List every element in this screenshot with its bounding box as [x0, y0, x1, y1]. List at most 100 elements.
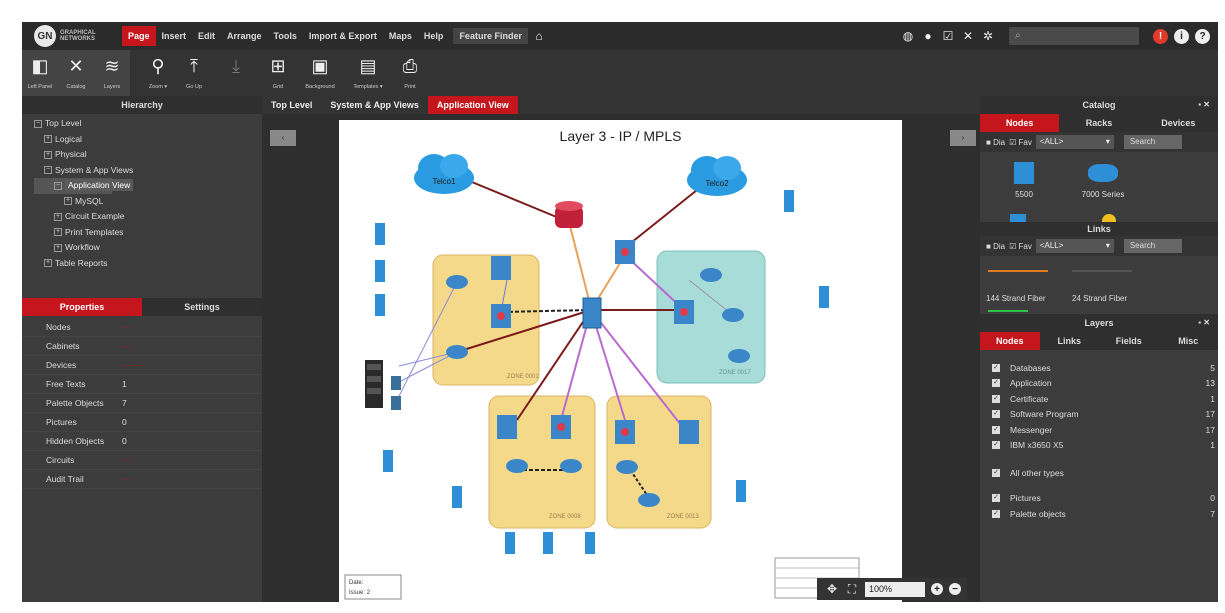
switch-icon[interactable]: [679, 420, 699, 444]
switch-icon[interactable]: [491, 256, 511, 280]
dia-checkbox[interactable]: ■ Dia: [986, 138, 1005, 147]
tree-expander[interactable]: +: [64, 197, 72, 206]
server-icon[interactable]: [383, 450, 393, 472]
menu-import-export[interactable]: Import & Export: [303, 26, 383, 46]
tab-layer-misc[interactable]: Misc: [1159, 332, 1219, 350]
menu-insert[interactable]: Insert: [156, 26, 193, 46]
menu-arrange[interactable]: Arrange: [221, 26, 268, 46]
router-icon[interactable]: [728, 349, 750, 363]
router-icon[interactable]: [722, 308, 744, 322]
property-value[interactable]: —: [122, 322, 131, 332]
server-icon[interactable]: [585, 532, 595, 554]
menu-help[interactable]: Help: [418, 26, 450, 46]
info-icon[interactable]: i: [1174, 28, 1189, 44]
cloud-telco2[interactable]: [687, 156, 747, 196]
go-up-button[interactable]: ⤒ Go Up: [176, 50, 212, 96]
menu-page[interactable]: Page: [122, 26, 156, 46]
layer-row[interactable]: ✓ IBM x3650 X5 1: [980, 438, 1218, 454]
zoom-button[interactable]: ⚲ Zoom ▾: [140, 50, 176, 96]
server-icon[interactable]: [543, 532, 553, 554]
layer-row[interactable]: ✓ Application 13: [980, 376, 1218, 392]
tree-node-workflow[interactable]: + Workflow: [34, 240, 262, 256]
catalog-item[interactable]: 7000 Series: [1068, 162, 1138, 199]
catalog-type-select[interactable]: <ALL> ▾: [1035, 135, 1114, 149]
server-icon[interactable]: [375, 294, 385, 316]
tree-expander[interactable]: +: [44, 135, 52, 144]
tab-nodes[interactable]: Nodes: [980, 114, 1060, 132]
checkbox-icon[interactable]: ✓: [992, 468, 1000, 477]
tree-node-print-templates[interactable]: + Print Templates: [34, 225, 262, 241]
tab-devices[interactable]: Devices: [1139, 114, 1218, 132]
server-icon[interactable]: [819, 286, 829, 308]
link-type-label[interactable]: 24 Strand Fiber: [1072, 294, 1127, 303]
router-core[interactable]: [555, 201, 583, 228]
fit-icon[interactable]: ⛶: [845, 582, 859, 596]
fiber-line-icon[interactable]: [988, 270, 1048, 272]
tree-node-circuit-example[interactable]: + Circuit Example: [34, 209, 262, 225]
fiber-line-icon[interactable]: [1072, 270, 1132, 272]
router-icon[interactable]: [446, 275, 468, 289]
server-icon[interactable]: [452, 486, 462, 508]
download-button[interactable]: ⤓: [212, 50, 260, 96]
layer-row[interactable]: ✓ Messenger 17: [980, 422, 1218, 438]
checkbox-icon[interactable]: ✓: [992, 441, 1000, 450]
tree-node-table-reports[interactable]: + Table Reports: [34, 256, 262, 272]
router-icon[interactable]: [506, 459, 528, 473]
grid-button[interactable]: ⊞ Grid: [260, 50, 296, 96]
router-icon[interactable]: [446, 345, 468, 359]
zoom-select[interactable]: 100%: [865, 581, 925, 597]
cloud-telco1[interactable]: [414, 154, 474, 194]
globe-icon[interactable]: ◍: [901, 29, 915, 43]
tab-settings[interactable]: Settings: [142, 298, 262, 316]
server-icon[interactable]: [375, 260, 385, 282]
pin-close-icon[interactable]: ▪ ✕: [1198, 96, 1210, 114]
tree-expander[interactable]: +: [54, 243, 62, 252]
background-button[interactable]: ▣ Background: [296, 50, 344, 96]
property-value[interactable]: —: [122, 474, 131, 484]
tree-node-application-view[interactable]: − Application View: [34, 178, 134, 194]
search-input[interactable]: ⌕: [1009, 27, 1139, 45]
pan-icon[interactable]: ✥: [825, 582, 839, 596]
tab-racks[interactable]: Racks: [1059, 114, 1138, 132]
catalog-search-input[interactable]: Search: [1123, 135, 1182, 149]
server-icon[interactable]: [736, 480, 746, 502]
server-icon[interactable]: [375, 223, 385, 245]
fiber-line-icon[interactable]: [988, 310, 1028, 312]
links-type-select[interactable]: <ALL> ▾: [1035, 239, 1114, 253]
help-icon[interactable]: ?: [1195, 28, 1210, 44]
link-line[interactable]: [568, 221, 592, 309]
tree-expander[interactable]: −: [34, 119, 42, 128]
tree-node-system-app-views[interactable]: − System & App Views: [34, 163, 262, 179]
left-panel-button[interactable]: ◧ Left Panel: [22, 50, 58, 96]
layer-row[interactable]: ✓ Databases 5: [980, 360, 1218, 376]
circle-icon[interactable]: ●: [921, 29, 935, 43]
tree-expander[interactable]: +: [54, 212, 62, 221]
checkbox-icon[interactable]: ✓: [992, 410, 1000, 419]
link-type-label[interactable]: 144 Strand Fiber: [986, 294, 1046, 303]
zoom-in-icon[interactable]: +: [931, 583, 943, 595]
tree-node-top-level[interactable]: − Top Level: [34, 116, 262, 132]
tab-layer-fields[interactable]: Fields: [1099, 332, 1159, 350]
layer-row[interactable]: ✓ Pictures 0: [980, 491, 1218, 507]
home-icon[interactable]: ⌂: [532, 29, 546, 43]
checkbox-icon[interactable]: ☑: [941, 29, 955, 43]
server-icon[interactable]: [784, 190, 794, 212]
catalog-item[interactable]: 5500: [1004, 162, 1044, 199]
feature-finder-button[interactable]: Feature Finder: [453, 28, 528, 44]
property-value[interactable]: —: [122, 455, 131, 465]
tree-expander[interactable]: −: [54, 181, 62, 190]
router-icon[interactable]: [616, 460, 638, 474]
router-icon[interactable]: [700, 268, 722, 282]
tree-expander[interactable]: −: [44, 166, 52, 175]
property-value[interactable]: —: [122, 341, 131, 351]
router-icon[interactable]: [560, 459, 582, 473]
prev-page-button[interactable]: ‹: [270, 130, 296, 146]
catalog-button[interactable]: ✕ Catalog: [58, 50, 94, 96]
checkbox-icon[interactable]: ✓: [992, 363, 1000, 372]
menu-edit[interactable]: Edit: [192, 26, 221, 46]
rack-stack[interactable]: [365, 360, 401, 410]
tab-application-view[interactable]: Application View: [427, 96, 518, 114]
gear-icon[interactable]: ✲: [981, 29, 995, 43]
checkbox-icon[interactable]: ✓: [992, 425, 1000, 434]
checkbox-icon[interactable]: ✓: [992, 379, 1000, 388]
